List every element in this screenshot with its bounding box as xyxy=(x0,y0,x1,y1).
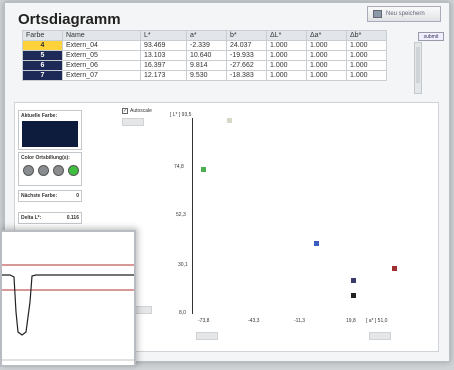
data-point xyxy=(350,278,356,284)
next-color-panel: Nächste Farbe: 0 xyxy=(18,190,82,202)
cell-db[interactable]: 1.000 xyxy=(346,40,387,51)
col-name: Name xyxy=(62,30,141,41)
cell-l: 16.397 xyxy=(140,60,187,71)
cell-name: Extern_05 xyxy=(62,50,141,61)
data-point xyxy=(350,293,356,299)
table-row[interactable]: 7 Extern_07 12.173 9.530 -18.383 1.000 1… xyxy=(22,70,387,81)
y-tick: 52,3 xyxy=(176,212,186,218)
inset-spectrum-window xyxy=(0,230,136,367)
ortsbill-label: Color Ortsbillung(s): xyxy=(21,155,70,161)
y-tick: 74,8 xyxy=(174,164,184,170)
cell-a: 9.530 xyxy=(186,70,227,81)
cell-b: -19.933 xyxy=(226,50,267,61)
cell-dl[interactable]: 1.000 xyxy=(266,70,307,81)
cell-dl[interactable]: 1.000 xyxy=(266,40,307,51)
save-button-label: Neu speichern xyxy=(386,11,425,17)
cell-db[interactable]: 1.000 xyxy=(346,50,387,61)
col-da: Δa* xyxy=(306,30,347,41)
col-b: b* xyxy=(226,30,267,41)
status-dot xyxy=(53,165,64,176)
x-axis-label: [ a* ] 51,0 xyxy=(366,318,388,324)
color-swatch: 7 xyxy=(22,70,63,81)
cell-da[interactable]: 1.000 xyxy=(306,50,347,61)
current-color-swatch xyxy=(22,121,78,147)
status-dots xyxy=(23,165,79,176)
inset-plot xyxy=(2,264,134,361)
autoscale-label: Autoscale xyxy=(130,108,152,114)
col-dl: ΔL* xyxy=(266,30,307,41)
current-color-panel: Aktuelle Farbe: xyxy=(18,110,82,150)
submit-button[interactable]: submit xyxy=(418,32,444,41)
data-point xyxy=(314,240,320,246)
x-min-button[interactable] xyxy=(196,332,218,340)
y-tick: 30,1 xyxy=(178,262,188,268)
data-point xyxy=(226,118,232,123)
delta-label: Delta L*: xyxy=(21,215,42,221)
cell-da[interactable]: 1.000 xyxy=(306,60,347,71)
cell-name: Extern_04 xyxy=(62,40,141,51)
next-color-value: 0 xyxy=(76,193,79,199)
table-row[interactable]: 6 Extern_06 16.397 9.814 -27.662 1.000 1… xyxy=(22,60,387,71)
data-point xyxy=(200,167,206,173)
color-swatch: 6 xyxy=(22,60,63,71)
cell-a: 10.640 xyxy=(186,50,227,61)
delta-value: 0.116 xyxy=(66,215,79,221)
data-point xyxy=(391,265,397,271)
cell-l: 13.103 xyxy=(140,50,187,61)
autoscale-checkbox[interactable]: ✓ xyxy=(122,108,128,114)
x-max-button[interactable] xyxy=(369,332,391,340)
cell-db[interactable]: 1.000 xyxy=(346,70,387,81)
x-tick: 19,8 xyxy=(346,318,356,324)
plot-area xyxy=(192,118,402,314)
status-dot-active xyxy=(68,165,79,176)
col-l: L* xyxy=(140,30,187,41)
col-farbe: Farbe xyxy=(22,30,63,41)
cell-name: Extern_06 xyxy=(62,60,141,71)
table-row[interactable]: 4 Extern_04 93.469 -2.339 24.037 1.000 1… xyxy=(22,40,387,51)
cell-da[interactable]: 1.000 xyxy=(306,40,347,51)
status-dot xyxy=(23,165,34,176)
page-title: Ortsdiagramm xyxy=(18,11,121,28)
color-swatch: 5 xyxy=(22,50,63,61)
cell-db[interactable]: 1.000 xyxy=(346,60,387,71)
next-color-label: Nächste Farbe: xyxy=(21,193,58,199)
x-tick: -43,3 xyxy=(248,318,260,324)
cell-l: 93.469 xyxy=(140,40,187,51)
x-tick: -73,8 xyxy=(198,318,210,324)
cell-dl[interactable]: 1.000 xyxy=(266,50,307,61)
delta-panel: Delta L*: 0.116 xyxy=(18,212,82,224)
save-button[interactable]: Neu speichern xyxy=(367,6,441,22)
status-dot xyxy=(38,165,49,176)
x-tick: -11,3 xyxy=(294,318,306,324)
col-a: a* xyxy=(186,30,227,41)
cell-name: Extern_07 xyxy=(62,70,141,81)
y-axis-label: [ L* ] 93,5 xyxy=(170,112,192,118)
current-color-label: Aktuelle Farbe: xyxy=(21,113,58,119)
reset-button[interactable] xyxy=(122,118,144,126)
color-table: Farbe Name L* a* b* ΔL* Δa* Δb* 4 Extern… xyxy=(22,30,387,81)
cell-a: -2.339 xyxy=(186,40,227,51)
save-icon xyxy=(373,10,382,18)
color-swatch: 4 xyxy=(22,40,63,51)
scroll-thumb[interactable] xyxy=(416,47,420,83)
cell-da[interactable]: 1.000 xyxy=(306,70,347,81)
cell-l: 12.173 xyxy=(140,70,187,81)
spectrum-curve xyxy=(2,274,134,336)
col-db: Δb* xyxy=(346,30,387,41)
cell-dl[interactable]: 1.000 xyxy=(266,60,307,71)
cell-b: -27.662 xyxy=(226,60,267,71)
autoscale-control[interactable]: ✓ Autoscale xyxy=(122,108,152,114)
ortsbill-panel: Color Ortsbillung(s): xyxy=(18,152,82,186)
table-row[interactable]: 5 Extern_05 13.103 10.640 -19.933 1.000 … xyxy=(22,50,387,61)
cell-b: 24.037 xyxy=(226,40,267,51)
table-scrollbar[interactable] xyxy=(414,42,422,94)
cell-a: 9.814 xyxy=(186,60,227,71)
cell-b: -18.383 xyxy=(226,70,267,81)
y-tick: 8,0 xyxy=(179,310,186,316)
